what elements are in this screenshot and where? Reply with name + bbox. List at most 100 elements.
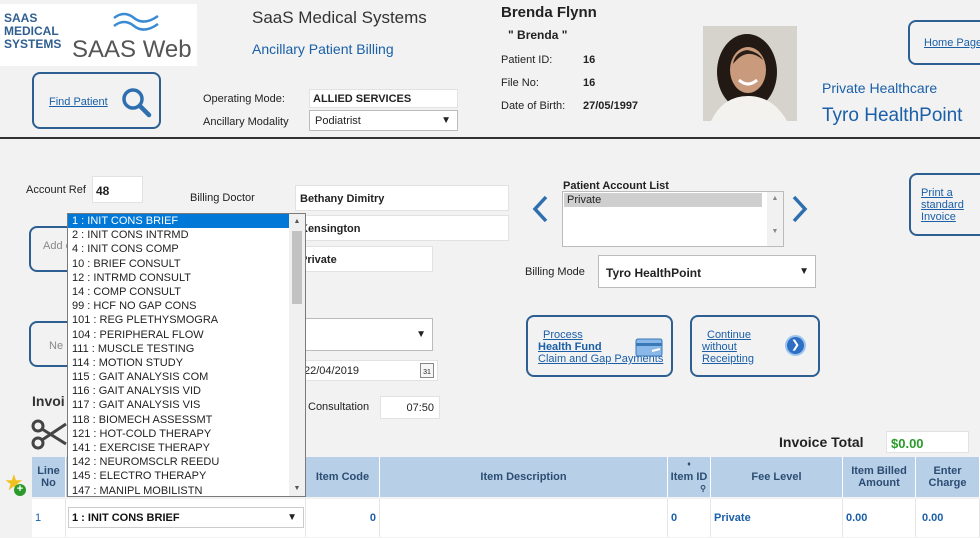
insurer-name: Tyro HealthPoint [822, 105, 963, 126]
sort-icon: ♦ [687, 461, 691, 468]
wave-icon [113, 12, 159, 31]
patient-name: Brenda Flynn [501, 4, 597, 21]
account-ref-field: 48 [92, 176, 143, 203]
logo: SAAS MEDICAL SYSTEMS SAAS Web [0, 4, 197, 66]
header-divider [0, 137, 980, 139]
row-item-description [380, 499, 668, 537]
dropdown-option[interactable]: 117 : GAIT ANALYSIS VIS [68, 398, 290, 412]
chevron-right-icon[interactable] [790, 194, 810, 224]
patient-nickname: " Brenda " [508, 28, 568, 42]
billing-mode-value: Tyro HealthPoint [606, 266, 702, 280]
dropdown-option[interactable]: 12 : INTRMD CONSULT [68, 271, 290, 285]
billing-mode-label: Billing Mode [525, 266, 585, 278]
ancillary-modality-value: Podiatrist [315, 115, 361, 127]
col-item-code[interactable]: Item Code [306, 457, 380, 497]
scissors-icon[interactable] [30, 416, 68, 452]
row-line-no: 1 [32, 499, 66, 537]
service-date-field[interactable]: 22/04/2019 31 [300, 360, 438, 381]
service-type-select[interactable]: ▼ [300, 318, 433, 351]
patient-avatar [703, 26, 797, 121]
dropdown-option[interactable]: 145 : ELECTRO THERAPY [68, 469, 290, 483]
patient-photo [703, 26, 797, 121]
new-button-label: Ne [49, 340, 64, 352]
col-line-no[interactable]: Line No [32, 457, 66, 497]
receipting-label: Receipting [702, 353, 754, 365]
col-item-id[interactable]: ♦ Item ID ⚲ [668, 457, 711, 497]
arrow-right-circle-icon: ❯ [785, 335, 806, 356]
col-item-billed[interactable]: Item Billed Amount [843, 457, 916, 497]
consultation-time-value: 07:50 [406, 402, 434, 414]
doctor-location-value: Kensington [300, 223, 361, 235]
dropdown-option[interactable]: 101 : REG PLETHYSMOGRA [68, 313, 290, 327]
dropdown-option[interactable]: 111 : MUSCLE TESTING [68, 342, 290, 356]
continue-without-receipting-button[interactable]: Continue without Receipting ❯ [690, 315, 820, 377]
item-code-dropdown[interactable]: 1 : INIT CONS BRIEF 2 : INIT CONS INTRMD 4… [67, 213, 306, 497]
dropdown-option[interactable]: 104 : PERIPHERAL FLOW [68, 328, 290, 342]
dob: 27/05/1997 [583, 100, 639, 112]
col-item-id-label: Item ID [670, 471, 708, 483]
process-label: Process [543, 329, 583, 341]
billing-doctor-label: Billing Doctor [190, 192, 255, 204]
dropdown-option[interactable]: 142 : NEUROMSCLR REEDU [68, 455, 290, 469]
account-ref-label: Account Ref [26, 184, 86, 196]
billing-doctor-field[interactable]: Bethany Dimitry [295, 185, 509, 211]
chevron-down-icon: ▼ [441, 115, 451, 126]
calendar-icon: 31 [420, 363, 434, 378]
scrollbar-thumb[interactable] [292, 231, 302, 304]
dropdown-scrollbar[interactable]: ▲ ▼ [289, 214, 305, 496]
health-fund-label: Health Fund [538, 341, 602, 353]
dropdown-option[interactable]: 115 : GAIT ANALYSIS COM [68, 370, 290, 384]
doctor-location-field: Kensington [295, 215, 509, 241]
patient-id: 16 [583, 54, 596, 66]
ancillary-modality-select[interactable]: Podiatrist ▼ [309, 110, 458, 131]
invoice-total-label: Invoice Total [779, 434, 864, 450]
dropdown-option[interactable]: 99 : HCF NO GAP CONS [68, 299, 290, 313]
continue-label: Continue [707, 329, 752, 341]
patient-account-listbox[interactable]: Private ▲ ▼ [562, 191, 784, 247]
dropdown-option[interactable]: 116 : GAIT ANALYSIS VID [68, 384, 290, 398]
file-no-label: File No: [501, 77, 539, 89]
dropdown-option[interactable]: 2 : INIT CONS INTRMD [68, 228, 290, 242]
file-no: 16 [583, 77, 596, 89]
row-item-cell: 1 : INIT CONS BRIEF ▼ [66, 499, 306, 537]
dropdown-option[interactable]: 114 : MOTION STUDY [68, 356, 290, 370]
col-enter-charge[interactable]: Enter Charge [916, 457, 980, 497]
dropdown-option[interactable]: 147 : MANIPL MOBILISTN [68, 484, 290, 496]
listbox-scrollbar[interactable]: ▲ ▼ [767, 192, 783, 246]
row-enter-charge[interactable]: 0.00 [916, 499, 980, 537]
row-fee-level[interactable]: Private [711, 499, 843, 537]
find-patient-button[interactable]: Find Patient [32, 72, 161, 129]
without-label: without [702, 341, 737, 353]
insurer-type: Private Healthcare [822, 80, 938, 96]
dropdown-option[interactable]: 4 : INIT CONS COMP [68, 242, 290, 256]
billing-doctor-value: Bethany Dimitry [300, 193, 385, 205]
dropdown-option[interactable]: 141 : EXERCISE THERAPY [68, 441, 290, 455]
dropdown-option[interactable]: 10 : BRIEF CONSULT [68, 257, 290, 271]
dropdown-option[interactable]: 14 : COMP CONSULT [68, 285, 290, 299]
account-list-item[interactable]: Private [564, 193, 762, 207]
service-date-value: 22/04/2019 [304, 365, 360, 377]
add-line-icon[interactable]: ★ + [4, 470, 26, 496]
row-item-id: 0 [668, 499, 711, 537]
chevron-down-icon: ▼ [799, 266, 809, 277]
company-name: SaaS Medical Systems [252, 8, 427, 27]
item-code-select[interactable]: 1 : INIT CONS BRIEF ▼ [68, 507, 304, 528]
dropdown-option[interactable]: 121 : HOT-COLD THERAPY [68, 427, 290, 441]
dropdown-option[interactable]: 1 : INIT CONS BRIEF [68, 214, 290, 229]
module-title: Ancillary Patient Billing [252, 41, 394, 57]
print-invoice-label: Print a standard Invoice [921, 187, 964, 223]
billing-mode-select[interactable]: Tyro HealthPoint ▼ [598, 255, 816, 288]
chevron-left-icon[interactable] [530, 194, 550, 224]
consultation-time-field[interactable]: 07:50 [380, 396, 440, 419]
col-item-description[interactable]: Item Description [380, 457, 668, 497]
process-health-fund-button[interactable]: Process Health Fund Claim and Gap Paymen… [526, 315, 673, 377]
dob-label: Date of Birth: [501, 100, 566, 112]
home-page-button[interactable]: Home Page [908, 20, 980, 65]
account-ref-value: 48 [96, 184, 110, 198]
col-fee-level[interactable]: Fee Level [711, 457, 843, 497]
chevron-down-icon: ▼ [287, 512, 297, 523]
invoice-heading: Invoi [32, 393, 65, 409]
patient-id-label: Patient ID: [501, 54, 553, 66]
dropdown-option[interactable]: 118 : BIOMECH ASSESSMT [68, 413, 290, 427]
print-invoice-button[interactable]: Print a standard Invoice [909, 173, 980, 236]
